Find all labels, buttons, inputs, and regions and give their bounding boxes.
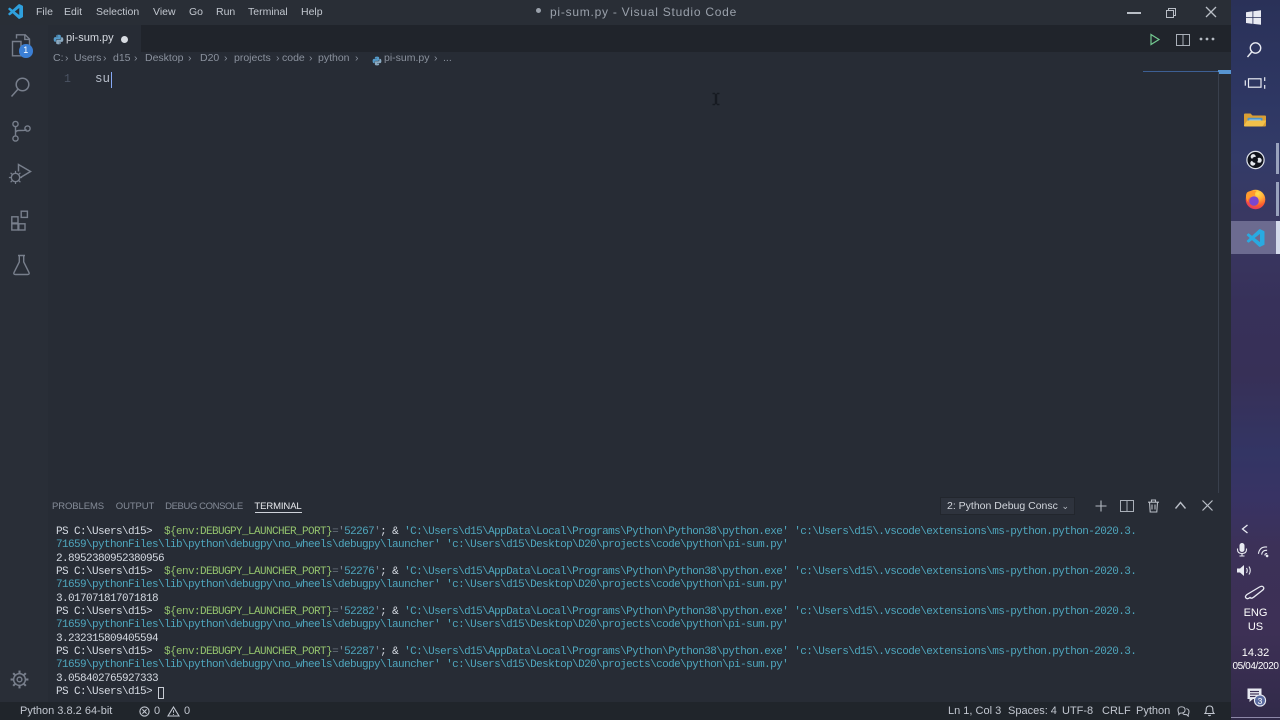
svg-text:3: 3 bbox=[1258, 696, 1263, 706]
